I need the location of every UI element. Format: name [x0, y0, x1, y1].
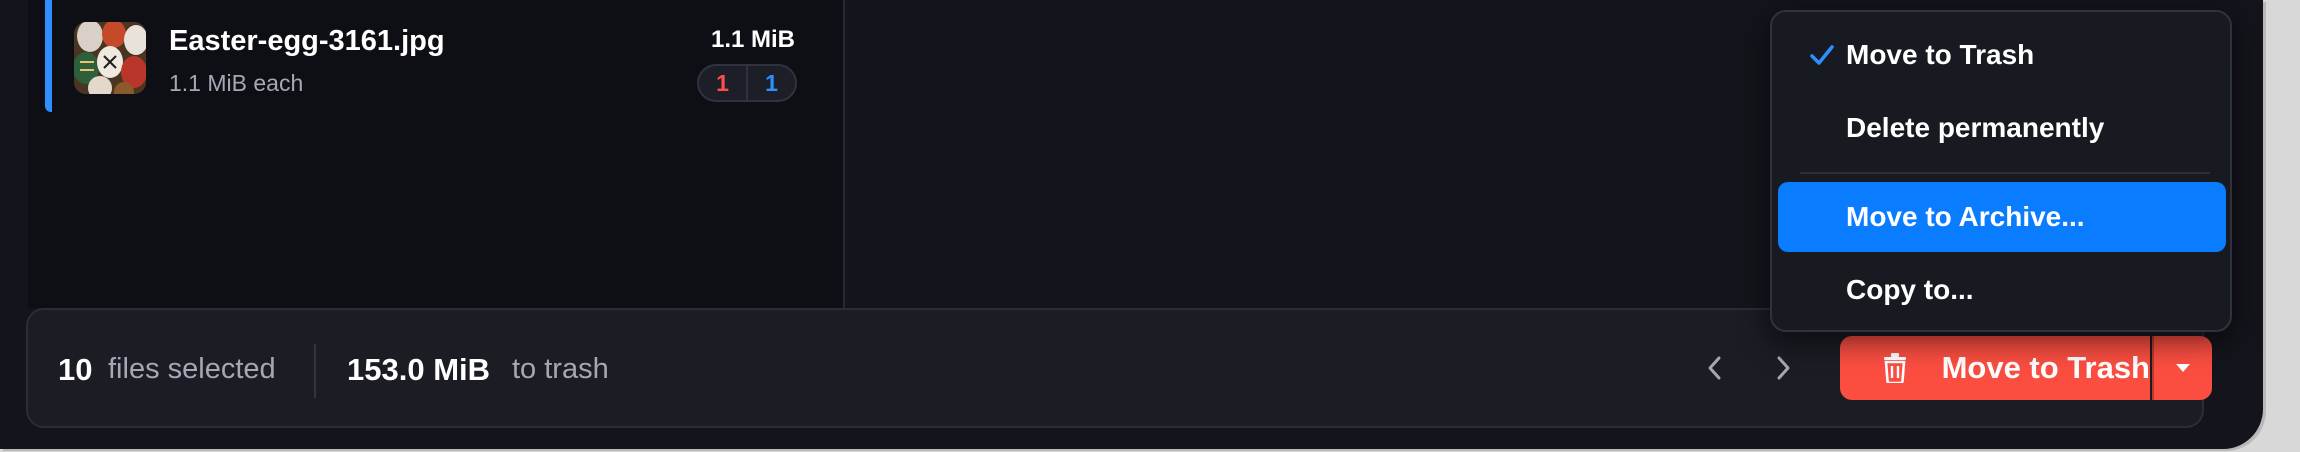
selection-accent-bar — [45, 0, 52, 112]
selected-count: 10 — [58, 352, 93, 387]
menu-item-label: Move to Trash — [1846, 39, 2035, 70]
duplicate-count-badge: 1 1 — [697, 64, 797, 102]
move-to-trash-button[interactable]: Move to Trash — [1840, 336, 2150, 400]
file-list-panel: Easter-egg-3161.jpg 1.1 MiB each 1.1 MiB… — [28, 0, 845, 308]
divider — [314, 344, 316, 398]
menu-item-label: Delete permanently — [1846, 112, 2105, 143]
trash-icon — [1880, 351, 1910, 385]
menu-item-label: Move to Archive... — [1846, 201, 2085, 232]
file-thumbnail — [74, 22, 146, 94]
action-menu: Move to Trash Delete permanently Move to… — [1770, 10, 2232, 332]
chevron-left-icon — [1708, 356, 1721, 380]
menu-item-move-to-archive[interactable]: Move to Archive... — [1778, 182, 2226, 252]
file-total-size: 1.1 MiB — [710, 26, 795, 53]
chevron-right-icon — [1777, 356, 1790, 380]
menu-separator — [1800, 172, 2210, 174]
move-to-trash-label: Move to Trash — [1941, 350, 2150, 385]
menu-item-move-to-trash[interactable]: Move to Trash — [1778, 20, 2226, 90]
action-dropdown-button[interactable] — [2152, 336, 2212, 400]
file-size-each: 1.1 MiB each — [169, 70, 304, 96]
count-red: 1 — [699, 66, 748, 100]
check-icon — [1810, 45, 1834, 65]
previous-button[interactable] — [1696, 348, 1732, 388]
app-window: Easter-egg-3161.jpg 1.1 MiB each 1.1 MiB… — [0, 0, 2263, 449]
file-name: Easter-egg-3161.jpg — [169, 25, 445, 57]
trash-amount: 153.0 MiB — [347, 352, 491, 387]
selected-label: files selected — [108, 353, 276, 385]
menu-item-copy-to[interactable]: Copy to... — [1778, 255, 2226, 325]
menu-item-delete-permanently[interactable]: Delete permanently — [1778, 93, 2226, 163]
count-blue: 1 — [765, 69, 778, 96]
next-button[interactable] — [1766, 348, 1802, 388]
file-row[interactable]: Easter-egg-3161.jpg 1.1 MiB each 1.1 MiB… — [28, 0, 845, 112]
menu-item-label: Copy to... — [1846, 274, 1974, 305]
trash-label: to trash — [512, 353, 609, 385]
caret-down-icon — [2176, 364, 2190, 372]
